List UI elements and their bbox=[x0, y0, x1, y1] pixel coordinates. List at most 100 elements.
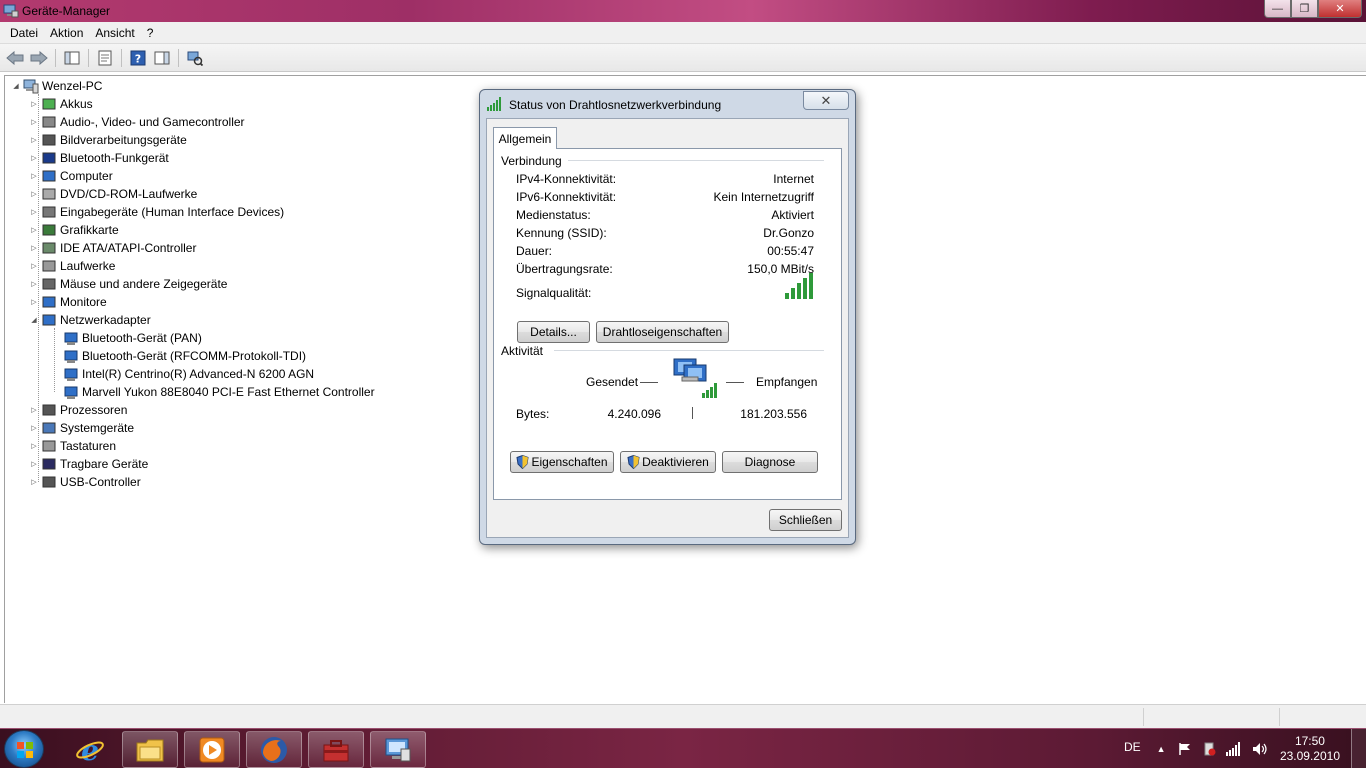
expand-arrow-icon[interactable]: ▷ bbox=[29, 298, 39, 306]
taskbar-internet-explorer[interactable]: e bbox=[62, 731, 118, 768]
tree-item-label: Marvell Yukon 88E8040 PCI-E Fast Etherne… bbox=[82, 385, 375, 399]
expand-arrow-icon[interactable]: ▷ bbox=[29, 262, 39, 270]
monitor-icon bbox=[42, 296, 56, 308]
expand-arrow-icon[interactable]: ▷ bbox=[29, 442, 39, 450]
action-center-flag-icon[interactable] bbox=[1178, 742, 1192, 756]
status-cell bbox=[1279, 708, 1280, 726]
menu-datei[interactable]: Datei bbox=[4, 26, 44, 40]
device-manager-app-icon bbox=[3, 4, 19, 18]
expand-arrow-icon[interactable]: ▷ bbox=[29, 478, 39, 486]
device-manager-icon bbox=[385, 738, 411, 761]
close-button[interactable]: ✕ bbox=[1318, 0, 1362, 18]
tree-category-7[interactable]: ▷ Grafikkarte bbox=[29, 221, 118, 239]
tree-category-2[interactable]: ▷ Bildverarbeitungsgeräte bbox=[29, 131, 186, 149]
start-button[interactable] bbox=[4, 730, 44, 768]
properties-button[interactable]: Eigenschaften bbox=[510, 451, 614, 473]
tree-item-net-1[interactable]: Bluetooth-Gerät (RFCOMM-Protokoll-TDI) bbox=[63, 347, 306, 365]
expand-arrow-icon[interactable]: ▷ bbox=[29, 244, 39, 252]
scan-hardware-button[interactable] bbox=[184, 48, 206, 68]
dialog-close-button[interactable]: ✕ bbox=[803, 91, 849, 110]
expand-arrow-icon[interactable]: ▷ bbox=[29, 136, 39, 144]
tree-category-label: Monitore bbox=[60, 295, 107, 309]
tree-category-12[interactable]: ◢ Netzwerkadapter bbox=[29, 311, 150, 329]
tree-category-6[interactable]: ▷ Eingabegeräte (Human Interface Devices) bbox=[29, 203, 284, 221]
help-button[interactable]: ? bbox=[127, 48, 149, 68]
minimize-button[interactable]: — bbox=[1264, 0, 1291, 18]
back-arrow-icon bbox=[6, 50, 24, 65]
back-button[interactable] bbox=[4, 48, 26, 68]
expand-arrow-icon[interactable]: ▷ bbox=[29, 280, 39, 288]
svg-text:?: ? bbox=[135, 52, 141, 65]
taskbar-explorer[interactable] bbox=[122, 731, 178, 768]
tree-category-9[interactable]: ▷ Laufwerke bbox=[29, 257, 115, 275]
tree-category-16[interactable]: ▷ Tragbare Geräte bbox=[29, 455, 148, 473]
tree-item-net-2[interactable]: Intel(R) Centrino(R) Advanced-N 6200 AGN bbox=[63, 365, 314, 383]
details-button[interactable]: Details... bbox=[517, 321, 590, 343]
tree-category-label: Tastaturen bbox=[60, 439, 117, 453]
menu-ansicht[interactable]: Ansicht bbox=[89, 26, 140, 40]
clock-time: 17:50 bbox=[1294, 734, 1325, 748]
action-pane-button[interactable] bbox=[151, 48, 173, 68]
expand-arrow-icon[interactable]: ▷ bbox=[29, 154, 39, 162]
tree-category-5[interactable]: ▷ DVD/CD-ROM-Laufwerke bbox=[29, 185, 197, 203]
taskbar-firefox[interactable] bbox=[246, 731, 302, 768]
tree-category-10[interactable]: ▷ Mäuse und andere Zeigegeräte bbox=[29, 275, 227, 293]
wireless-properties-button[interactable]: Drahtloseigenschaften bbox=[596, 321, 729, 343]
tree-category-label: DVD/CD-ROM-Laufwerke bbox=[60, 187, 198, 201]
tree-category-8[interactable]: ▷ IDE ATA/ATAPI-Controller bbox=[29, 239, 196, 257]
usb-safely-remove-icon[interactable] bbox=[1202, 742, 1216, 756]
tab-allgemein[interactable]: Allgemein bbox=[493, 127, 557, 149]
console-tree-button[interactable] bbox=[61, 48, 83, 68]
kv-label: Übertragungsrate: bbox=[516, 262, 613, 276]
collapse-arrow-icon[interactable]: ◢ bbox=[29, 316, 39, 324]
expand-arrow-icon[interactable]: ▷ bbox=[29, 172, 39, 180]
tree-category-17[interactable]: ▷ USB-Controller bbox=[29, 473, 140, 491]
show-desktop-button[interactable] bbox=[1351, 729, 1366, 768]
tree-item-net-0[interactable]: Bluetooth-Gerät (PAN) bbox=[63, 329, 202, 347]
expand-arrow-icon[interactable]: ▷ bbox=[29, 100, 39, 108]
language-indicator[interactable]: DE bbox=[1124, 740, 1141, 754]
tree-category-3[interactable]: ▷ Bluetooth-Funkgerät bbox=[29, 149, 168, 167]
title-bar: Geräte-Manager — ❐ ✕ bbox=[0, 0, 1366, 22]
taskbar-toolbox[interactable] bbox=[308, 731, 364, 768]
disable-button[interactable]: Deaktivieren bbox=[620, 451, 716, 473]
group-divider bbox=[568, 160, 824, 161]
taskbar-device-manager[interactable] bbox=[370, 731, 426, 768]
forward-button[interactable] bbox=[28, 48, 50, 68]
computer-icon bbox=[42, 170, 56, 182]
expand-arrow-icon[interactable]: ▷ bbox=[29, 406, 39, 414]
menu-help[interactable]: ? bbox=[141, 26, 160, 40]
ide-controller-icon bbox=[42, 242, 56, 254]
tray-clock[interactable]: 17:50 23.09.2010 bbox=[1280, 734, 1340, 764]
console-tree-icon bbox=[64, 51, 80, 64]
tree-category-0[interactable]: ▷ Akkus bbox=[29, 95, 92, 113]
tree-category-13[interactable]: ▷ Prozessoren bbox=[29, 401, 127, 419]
toolbar-separator bbox=[88, 48, 89, 67]
properties-button[interactable] bbox=[94, 48, 116, 68]
windows-logo-icon bbox=[17, 742, 33, 758]
expand-arrow-icon[interactable]: ▷ bbox=[29, 208, 39, 216]
tree-category-14[interactable]: ▷ Systemgeräte bbox=[29, 419, 134, 437]
collapse-arrow-icon[interactable]: ◢ bbox=[11, 82, 21, 90]
close-dialog-button[interactable]: Schließen bbox=[769, 509, 842, 531]
tree-category-15[interactable]: ▷ Tastaturen bbox=[29, 437, 116, 455]
status-bar bbox=[0, 704, 1366, 728]
expand-arrow-icon[interactable]: ▷ bbox=[29, 190, 39, 198]
tree-item-net-3[interactable]: Marvell Yukon 88E8040 PCI-E Fast Etherne… bbox=[63, 383, 375, 401]
volume-icon[interactable] bbox=[1252, 742, 1268, 756]
wireless-signal-icon bbox=[487, 97, 501, 111]
expand-arrow-icon[interactable]: ▷ bbox=[29, 226, 39, 234]
tree-category-4[interactable]: ▷ Computer bbox=[29, 167, 112, 185]
show-hidden-icons-icon[interactable]: ▲ bbox=[1157, 744, 1166, 754]
expand-arrow-icon[interactable]: ▷ bbox=[29, 424, 39, 432]
expand-arrow-icon[interactable]: ▷ bbox=[29, 118, 39, 126]
tree-category-11[interactable]: ▷ Monitore bbox=[29, 293, 107, 311]
tree-root[interactable]: ◢ Wenzel-PC bbox=[11, 77, 102, 95]
diagnose-button[interactable]: Diagnose bbox=[722, 451, 818, 473]
wireless-tray-icon[interactable] bbox=[1225, 742, 1242, 756]
expand-arrow-icon[interactable]: ▷ bbox=[29, 460, 39, 468]
menu-aktion[interactable]: Aktion bbox=[44, 26, 89, 40]
taskbar-media-player[interactable] bbox=[184, 731, 240, 768]
tree-category-1[interactable]: ▷ Audio-, Video- und Gamecontroller bbox=[29, 113, 244, 131]
maximize-button[interactable]: ❐ bbox=[1291, 0, 1318, 18]
